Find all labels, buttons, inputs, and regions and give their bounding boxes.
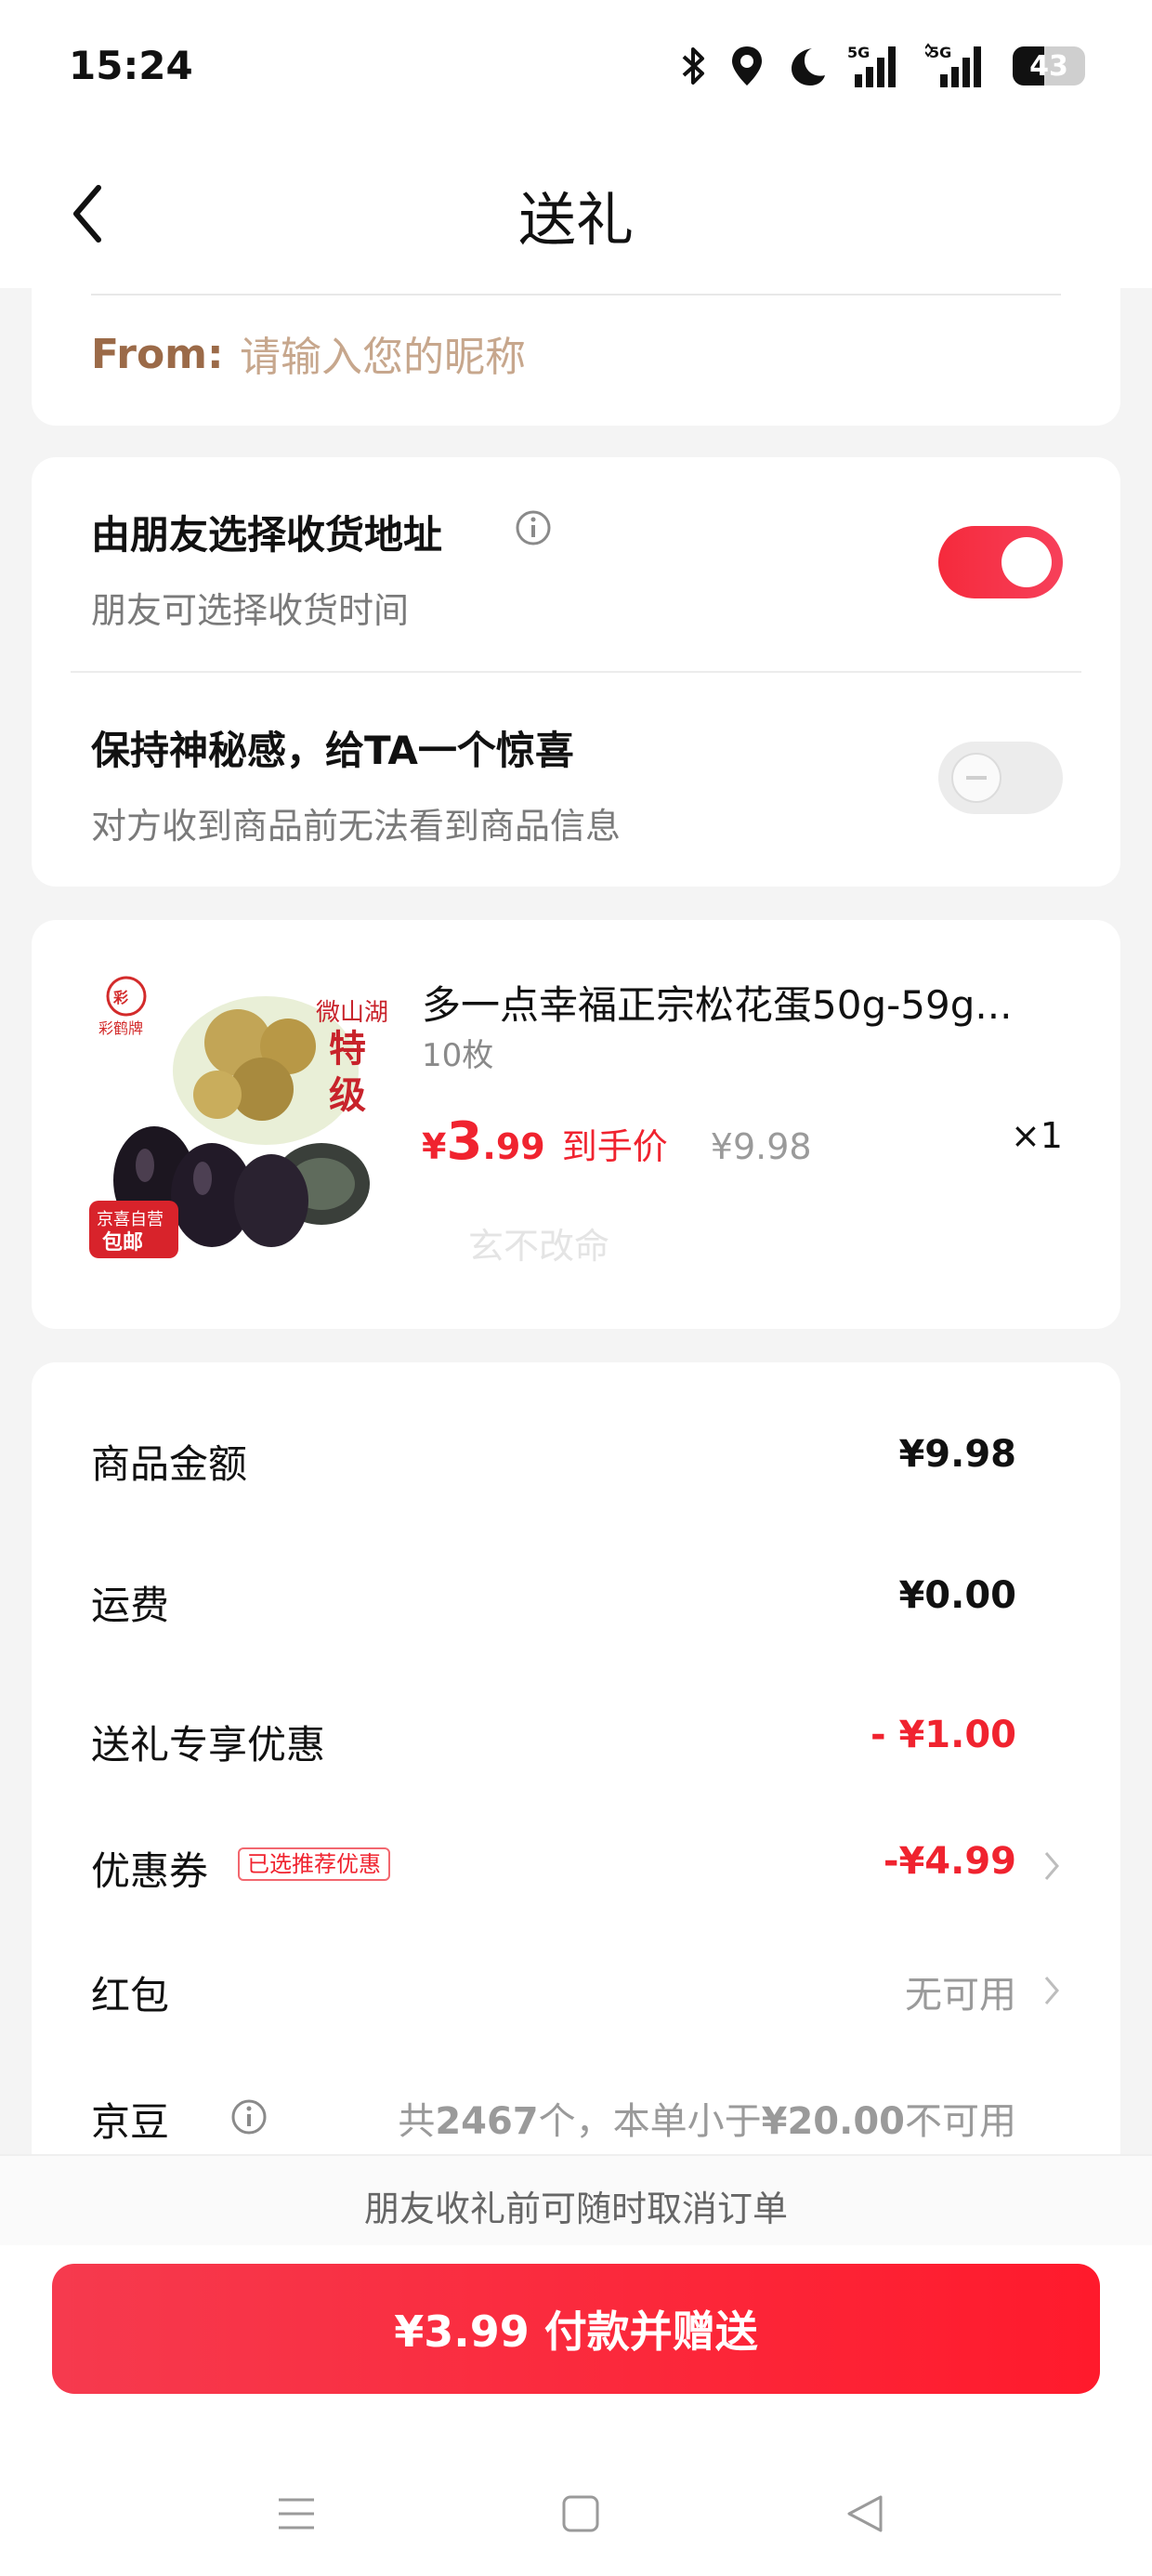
red-packet-label: 红包 xyxy=(91,1973,170,2018)
summary-row-shipping: 运费 ¥0.00 xyxy=(91,1574,1063,1649)
goods-amount-label: 商品金额 xyxy=(91,1441,248,1487)
goods-amount-value: ¥9.98 xyxy=(898,1433,1016,1476)
toggle-knob xyxy=(1001,537,1052,587)
menu-icon[interactable] xyxy=(275,2492,318,2535)
cancel-note-bar: 朋友收礼前可随时取消订单 xyxy=(0,2154,1152,2245)
product-card: 彩 彩鹤牌 微山湖 特 级 京喜自营 包邮 多一点幸福正宗松花蛋50g-59g.… xyxy=(32,920,1120,1329)
price-integer: 3 xyxy=(446,1111,483,1172)
product-grade-2: 级 xyxy=(329,1074,366,1117)
cancel-note: 朋友收礼前可随时取消订单 xyxy=(363,2188,788,2229)
beans-note-prefix: 共 xyxy=(398,2100,436,2143)
status-time: 15:24 xyxy=(69,43,193,88)
info-icon[interactable] xyxy=(230,2098,268,2136)
summary-row-coupon[interactable]: 优惠券 已选推荐优惠 -¥4.99 xyxy=(91,1840,1063,1914)
system-nav-bar xyxy=(0,2477,1152,2561)
network-2-label: 5G xyxy=(929,44,951,61)
gift-options-card: 由朋友选择收货地址 朋友可选择收货时间 保持神秘感，给TA一个惊喜 对方收到商品… xyxy=(32,457,1120,887)
chevron-right-icon xyxy=(1044,1852,1059,1880)
price-symbol: ¥ xyxy=(422,1126,447,1167)
status-bar: 15:24 5G 5G 43 xyxy=(0,0,1152,139)
summary-row-red-packet[interactable]: 红包 无可用 xyxy=(91,1965,1063,2039)
summary-row-gift-discount: 送礼专享优惠 - ¥1.00 xyxy=(91,1714,1063,1788)
info-icon[interactable] xyxy=(515,509,552,546)
mystery-subtitle: 对方收到商品前无法看到商品信息 xyxy=(91,806,622,847)
friend-address-title: 由朋友选择收货地址 xyxy=(91,512,443,558)
product-origin: 微山湖 xyxy=(316,999,388,1027)
mystery-toggle[interactable] xyxy=(938,742,1063,814)
page-title: 送礼 xyxy=(517,186,634,254)
svg-text:彩: 彩 xyxy=(112,989,128,1006)
location-icon xyxy=(732,46,762,85)
toggle-knob xyxy=(951,753,1001,803)
divider xyxy=(91,294,1061,296)
product-quantity: ×1 xyxy=(1010,1115,1063,1156)
price-row: ¥ 3 .99 到手价 ¥9.98 xyxy=(422,1111,812,1172)
divider xyxy=(71,671,1081,673)
home-square-icon[interactable] xyxy=(559,2492,602,2535)
shipping-label: 运费 xyxy=(91,1583,170,1628)
product-badge-top: 京喜自营 xyxy=(97,1210,164,1229)
gift-discount-value: - ¥1.00 xyxy=(870,1714,1016,1756)
beans-note-suffix: 不可用 xyxy=(905,2100,1016,2143)
coupon-label: 优惠券 xyxy=(91,1848,209,1894)
network-1-label: 5G xyxy=(847,44,870,61)
product-title[interactable]: 多一点幸福正宗松花蛋50g-59g... xyxy=(422,974,1072,1031)
friend-address-toggle[interactable] xyxy=(938,526,1063,598)
beans-threshold: ¥20.00 xyxy=(761,2100,905,2143)
product-badge-bottom: 包邮 xyxy=(102,1230,143,1255)
friend-address-subtitle: 朋友可选择收货时间 xyxy=(91,590,410,631)
coupon-badge: 已选推荐优惠 xyxy=(238,1847,390,1881)
beans-note: 共2467个，本单小于¥20.00不可用 xyxy=(398,2091,1016,2145)
signal-5g-2-icon: 5G xyxy=(925,43,981,87)
beans-note-mid: 个，本单小于 xyxy=(538,2100,762,2143)
pay-and-gift-button[interactable]: ¥3.99 付款并赠送 xyxy=(52,2264,1100,2394)
mystery-title: 保持神秘感，给TA一个惊喜 xyxy=(91,728,574,773)
nickname-input[interactable] xyxy=(240,329,1076,385)
battery-level: 43 xyxy=(1029,49,1068,83)
beans-label: 京豆 xyxy=(91,2099,170,2145)
watermark: 玄不改命 xyxy=(468,1226,610,1267)
bottom-area: ¥3.99 付款并赠送 xyxy=(0,2245,1152,2576)
beans-count: 2467 xyxy=(435,2100,539,2143)
shipping-value: ¥0.00 xyxy=(898,1574,1016,1617)
product-grade-1: 特 xyxy=(329,1028,366,1071)
nav-bar: 送礼 xyxy=(0,139,1152,288)
status-icons: 5G 5G 43 xyxy=(680,41,1085,91)
original-price: ¥9.98 xyxy=(710,1126,812,1167)
summary-row-goods: 商品金额 ¥9.98 xyxy=(91,1433,1063,1507)
moon-icon xyxy=(792,48,825,85)
gift-discount-label: 送礼专享优惠 xyxy=(91,1722,326,1768)
final-price-tag: 到手价 xyxy=(561,1126,668,1167)
from-card: From: xyxy=(32,288,1120,426)
red-packet-value: 无可用 xyxy=(905,1974,1016,2017)
bluetooth-icon xyxy=(682,47,704,85)
signal-5g-icon: 5G xyxy=(847,44,896,87)
price-decimal: .99 xyxy=(482,1126,545,1167)
product-spec: 10枚 xyxy=(422,1037,494,1074)
battery-icon: 43 xyxy=(1013,46,1085,85)
product-image[interactable]: 彩 彩鹤牌 微山湖 特 级 京喜自营 包邮 xyxy=(89,968,414,1258)
back-triangle-icon[interactable] xyxy=(844,2492,886,2535)
product-brand: 彩鹤牌 xyxy=(98,1019,143,1037)
coupon-value: -¥4.99 xyxy=(883,1840,1016,1883)
chevron-right-icon xyxy=(1044,1977,1059,2004)
from-label: From: xyxy=(91,331,224,378)
